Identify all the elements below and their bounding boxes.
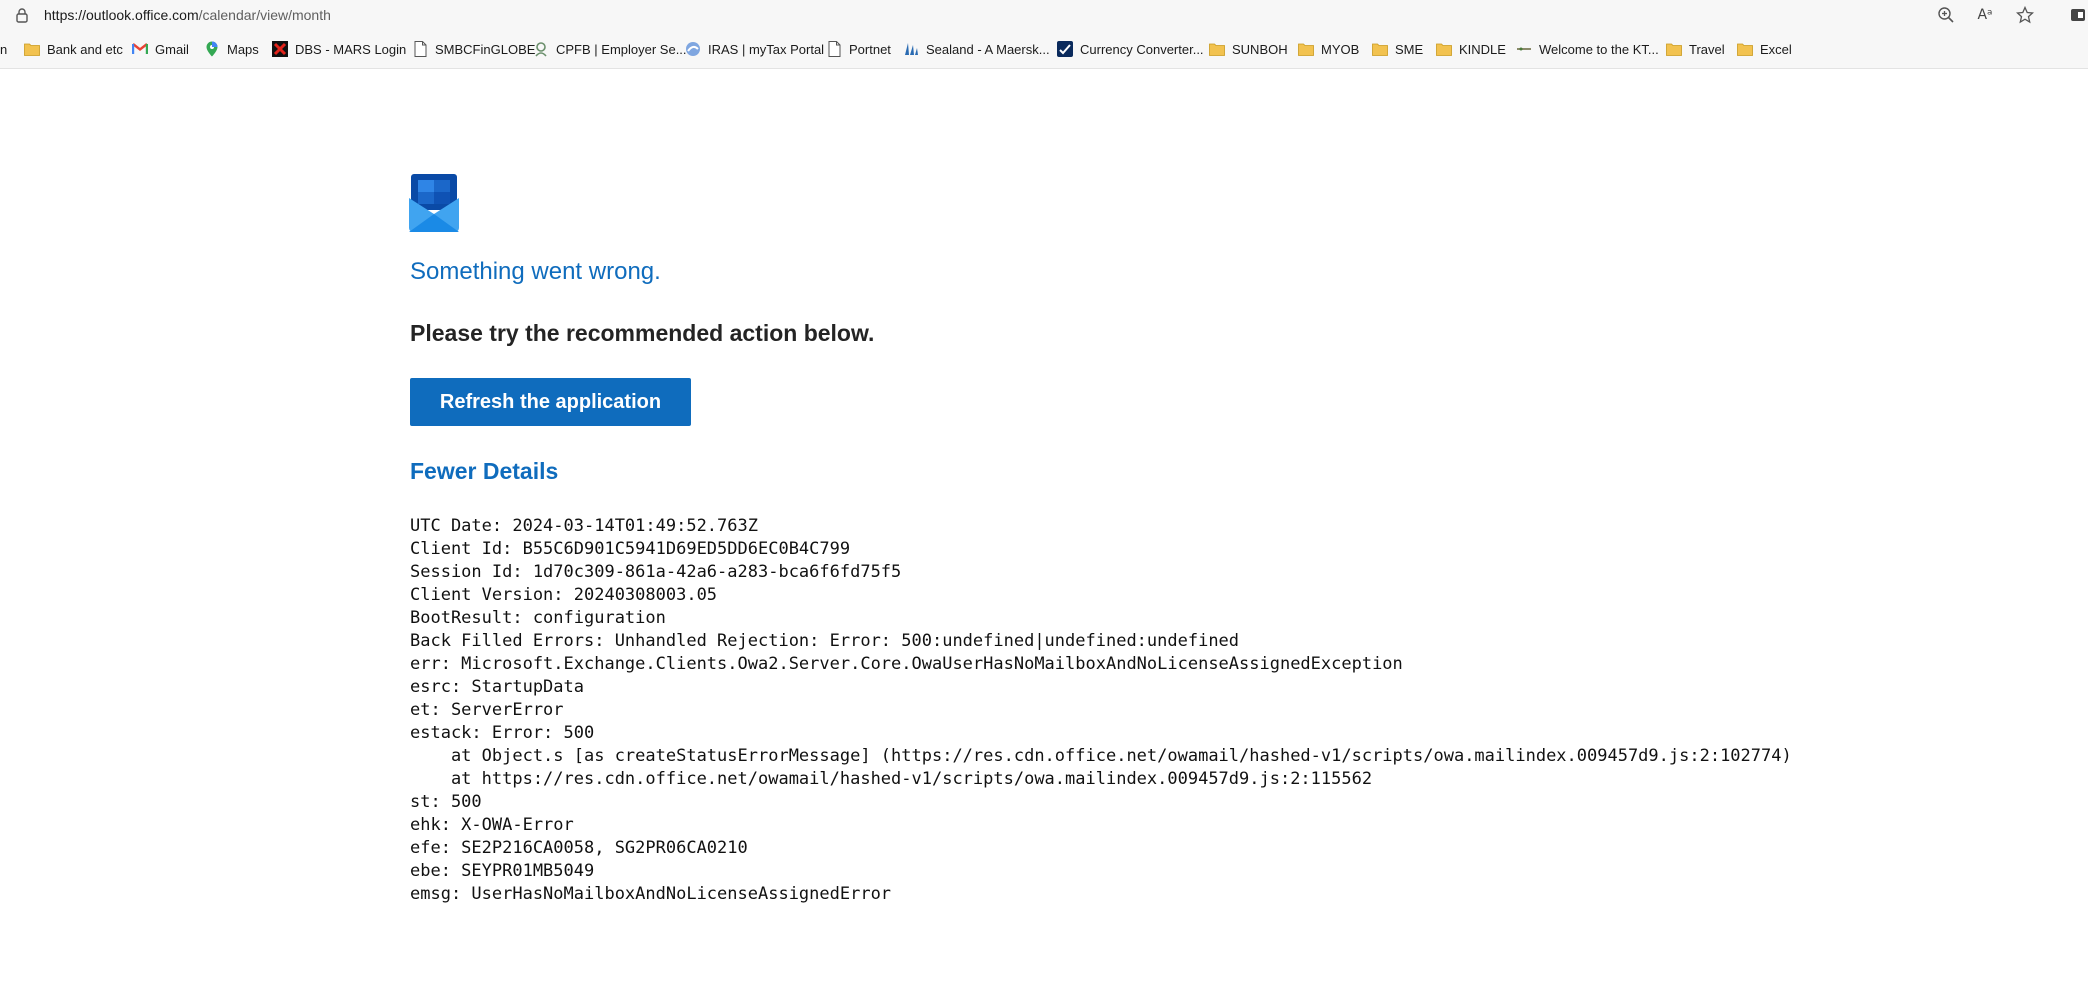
- detail-line: Back Filled Errors: Unhandled Rejection:…: [410, 631, 1240, 651]
- favorite-dbs-mars-login[interactable]: DBS - MARS Login: [272, 39, 406, 59]
- detail-line: estack: Error: 500: [410, 723, 595, 743]
- error-details: UTC Date: 2024-03-14T01:49:52.763Z Clien…: [410, 515, 1792, 906]
- folder-icon: [1436, 41, 1452, 57]
- favorite-folder-bank-and-etc[interactable]: Bank and etc: [24, 39, 123, 59]
- dbs-icon: [272, 41, 288, 57]
- favorite-folder-kindle[interactable]: KINDLE: [1436, 39, 1506, 59]
- favorite-folder-travel[interactable]: Travel: [1666, 39, 1725, 59]
- favorite-portnet[interactable]: Portnet: [826, 39, 891, 59]
- favorite-smbcfinglobe[interactable]: SMBCFinGLOBE: [412, 39, 535, 59]
- kt-icon: [1516, 41, 1532, 57]
- gmail-icon: [132, 41, 148, 57]
- error-title: Something went wrong.: [410, 258, 661, 285]
- detail-line: UTC Date: 2024-03-14T01:49:52.763Z: [410, 516, 758, 536]
- folder-icon: [1372, 41, 1388, 57]
- favorite-folder-excel[interactable]: Excel: [1737, 39, 1792, 59]
- page-icon: [826, 41, 842, 57]
- cpfb-icon: [533, 41, 549, 57]
- outlook-logo-icon: [409, 174, 459, 232]
- address-bar[interactable]: https://outlook.office.com/calendar/view…: [0, 0, 2088, 30]
- favorite-iras[interactable]: IRAS | myTax Portal: [685, 39, 824, 59]
- favorite-item[interactable]: n: [0, 39, 7, 59]
- maps-pin-icon: [204, 41, 220, 57]
- read-aloud-icon[interactable]: Aᵃ: [1975, 5, 1995, 25]
- url-path: /calendar/view/month: [198, 7, 331, 23]
- detail-line: efe: SE2P216CA0058, SG2PR06CA0210: [410, 838, 748, 858]
- refresh-application-button[interactable]: Refresh the application: [410, 378, 691, 426]
- folder-icon: [1209, 41, 1225, 57]
- favorite-folder-sme[interactable]: SME: [1372, 39, 1423, 59]
- detail-line: ehk: X-OWA-Error: [410, 815, 574, 835]
- fewer-details-link[interactable]: Fewer Details: [410, 458, 558, 485]
- currency-icon: [1057, 41, 1073, 57]
- star-icon[interactable]: [2015, 5, 2035, 25]
- favorite-folder-sunboh[interactable]: SUNBOH: [1209, 39, 1288, 59]
- detail-line: err: Microsoft.Exchange.Clients.Owa2.Ser…: [410, 654, 1403, 674]
- detail-line: Session Id: 1d70c309-861a-42a6-a283-bca6…: [410, 562, 902, 582]
- favorite-sealand[interactable]: Sealand - A Maersk...: [903, 39, 1050, 59]
- detail-line: at Object.s [as createStatusErrorMessage…: [410, 746, 1792, 766]
- folder-icon: [24, 41, 40, 57]
- extension-icon[interactable]: [2068, 5, 2088, 25]
- detail-line: st: 500: [410, 792, 482, 812]
- favorite-maps[interactable]: Maps: [204, 39, 259, 59]
- detail-line: BootResult: configuration: [410, 608, 666, 628]
- detail-line: esrc: StartupData: [410, 677, 584, 697]
- favorite-welcome-kt[interactable]: Welcome to the KT...: [1516, 39, 1659, 59]
- sealand-icon: [903, 41, 919, 57]
- lock-icon[interactable]: [14, 7, 30, 23]
- error-subtitle: Please try the recommended action below.: [410, 320, 875, 346]
- folder-icon: [1298, 41, 1314, 57]
- detail-line: at https://res.cdn.office.net/owamail/ha…: [410, 769, 1373, 789]
- favorite-folder-myob[interactable]: MYOB: [1298, 39, 1359, 59]
- detail-line: Client Version: 20240308003.05: [410, 585, 718, 605]
- favorites-bar: n Bank and etc Gmail Maps DBS - MARS Log…: [0, 30, 2088, 69]
- favorite-gmail[interactable]: Gmail: [132, 39, 189, 59]
- detail-line: et: ServerError: [410, 700, 564, 720]
- folder-icon: [1737, 41, 1753, 57]
- url-text[interactable]: https://outlook.office.com/calendar/view…: [44, 7, 331, 23]
- iras-icon: [685, 41, 701, 57]
- detail-line: ebe: SEYPR01MB5049: [410, 861, 595, 881]
- detail-line: emsg: UserHasNoMailboxAndNoLicenseAssign…: [410, 884, 892, 904]
- zoom-icon[interactable]: [1936, 5, 1956, 25]
- folder-icon: [1666, 41, 1682, 57]
- page-icon: [412, 41, 428, 57]
- detail-line: Client Id: B55C6D901C5941D69ED5DD6EC0B4C…: [410, 539, 851, 559]
- favorite-currency-converter[interactable]: Currency Converter...: [1057, 39, 1204, 59]
- favorite-cpfb[interactable]: CPFB | Employer Se...: [533, 39, 687, 59]
- url-host: https://outlook.office.com: [44, 7, 199, 23]
